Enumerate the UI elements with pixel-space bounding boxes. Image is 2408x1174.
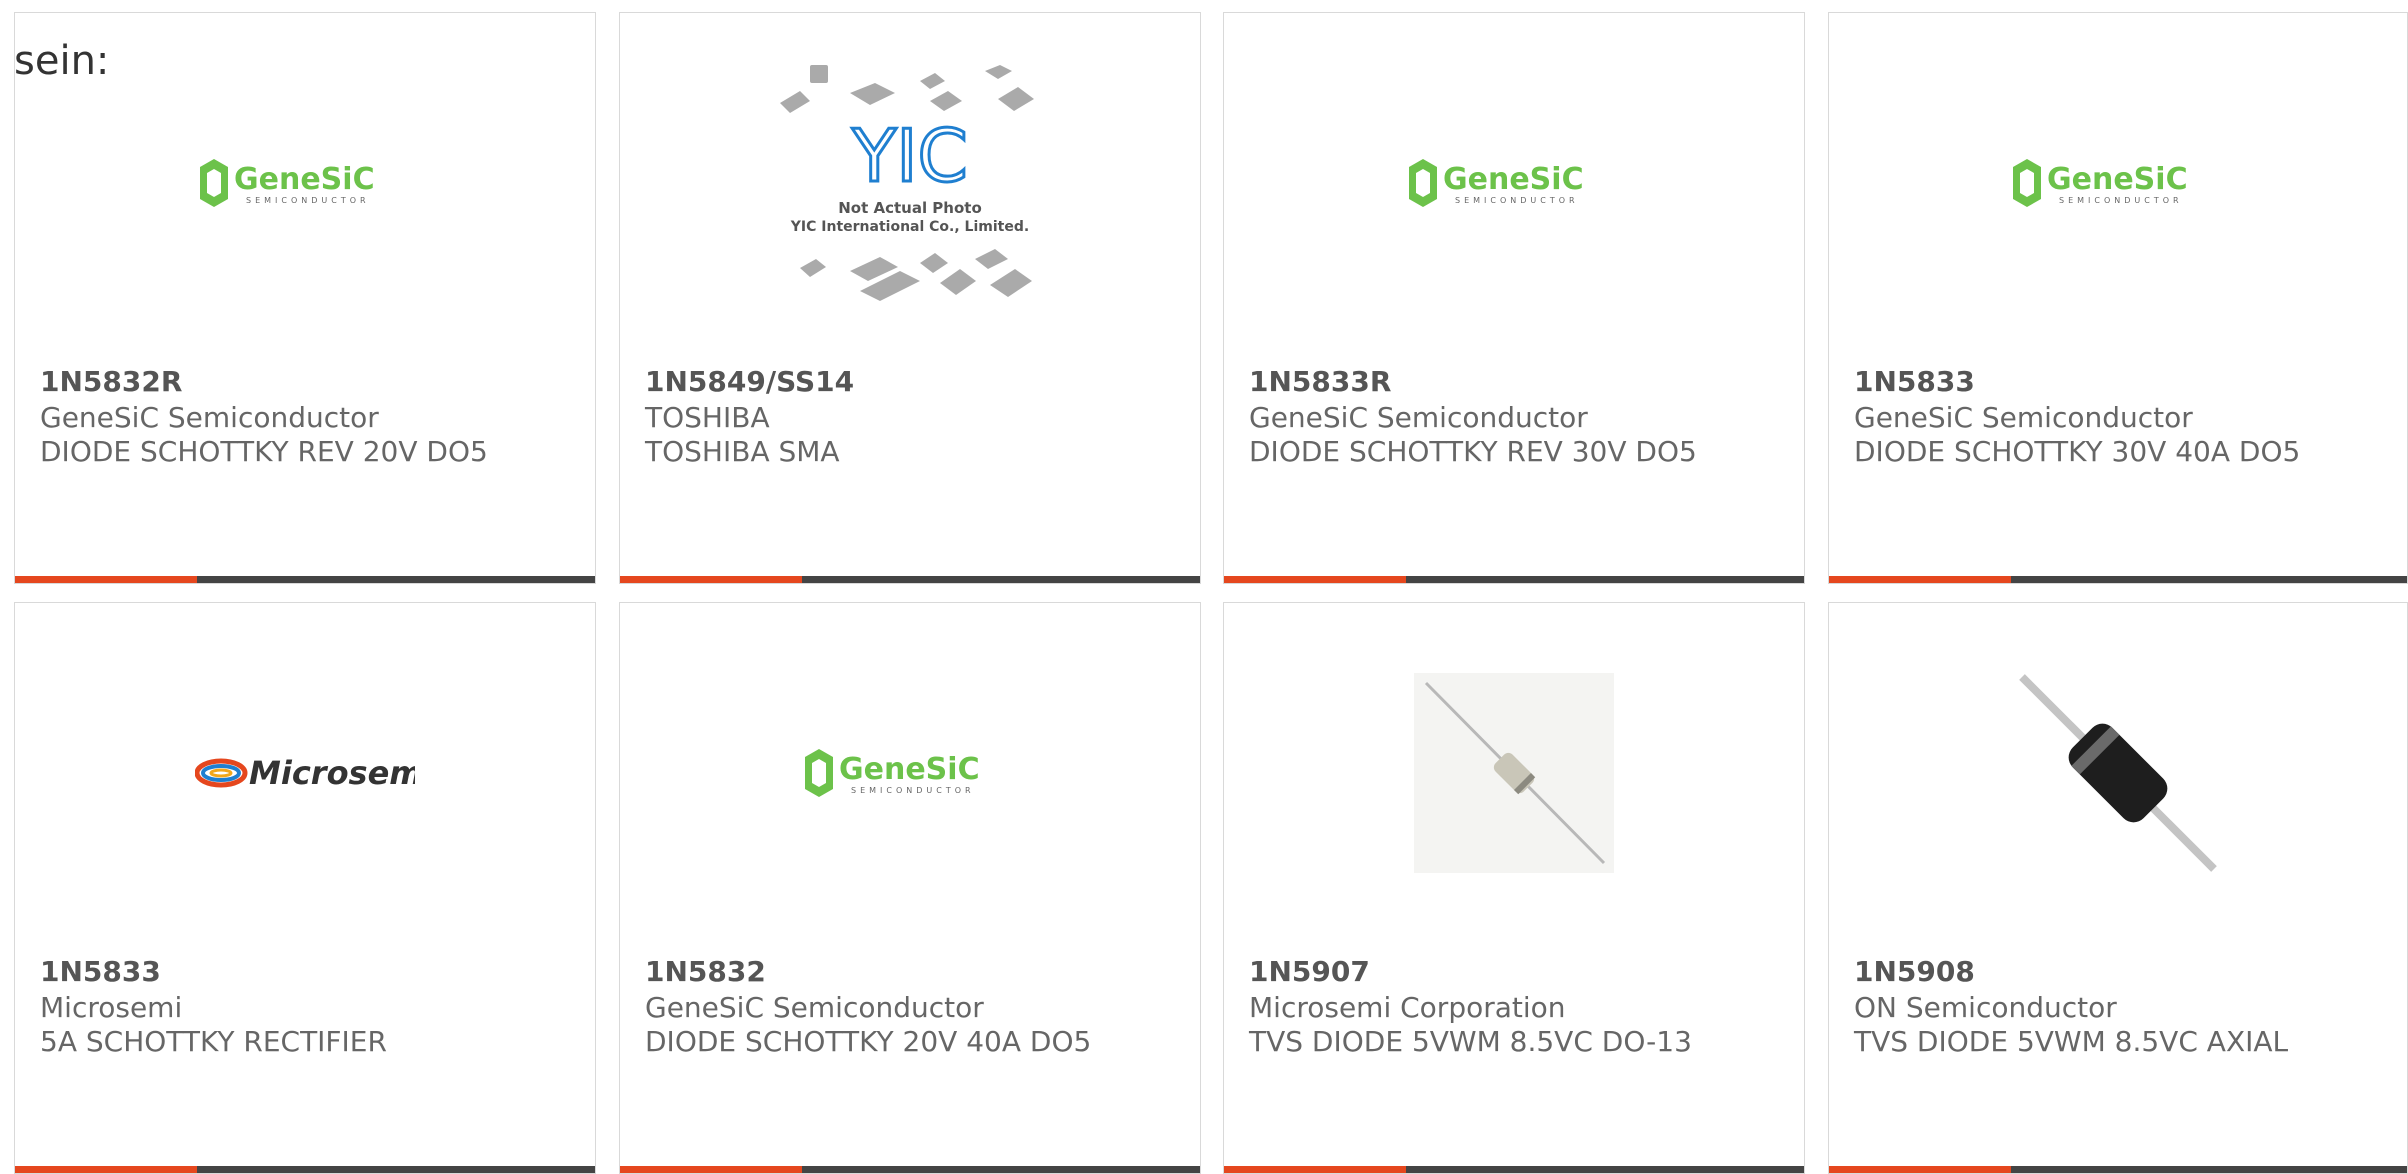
card-bottom-bar — [1829, 576, 2407, 583]
card-bottom-accent — [1224, 576, 1406, 583]
card-bottom-accent — [620, 1166, 802, 1173]
card-bottom-accent — [620, 576, 802, 583]
part-number[interactable]: 1N5832R — [40, 365, 182, 398]
product-card[interactable]: Microsemi 1N5833 Microsemi 5A SCHOTTKY R… — [14, 602, 596, 1174]
card-bottom-accent — [1224, 1166, 1406, 1173]
description: 5A SCHOTTKY RECTIFIER — [40, 1025, 387, 1058]
product-card[interactable]: GeneSiC SEMICONDUCTOR 1N5832 GeneSiC Sem… — [619, 602, 1201, 1174]
card-bottom-accent — [1829, 1166, 2011, 1173]
manufacturer: GeneSiC Semiconductor — [40, 401, 379, 434]
manufacturer: ON Semiconductor — [1854, 991, 2117, 1024]
yic-mark: YIC — [851, 114, 968, 198]
product-image[interactable]: GeneSiC SEMICONDUCTOR — [1224, 13, 1804, 353]
card-bottom-bar — [1829, 1166, 2407, 1173]
not-actual-photo-text: Not Actual Photo — [838, 199, 982, 217]
product-image[interactable] — [1829, 603, 2407, 943]
intro-text: sein: — [14, 38, 110, 84]
part-number[interactable]: 1N5908 — [1854, 955, 1975, 988]
description: DIODE SCHOTTKY 20V 40A DO5 — [645, 1025, 1092, 1058]
manufacturer: GeneSiC Semiconductor — [1854, 401, 2193, 434]
product-card[interactable]: YIC Not Actual Photo YIC International C… — [619, 12, 1201, 584]
yic-company-text: YIC International Co., Limited. — [790, 219, 1029, 235]
genesic-logo-icon: GeneSiC SEMICONDUCTOR — [805, 749, 980, 797]
product-image[interactable]: YIC Not Actual Photo YIC International C… — [620, 13, 1200, 353]
axial-diode-icon — [2018, 673, 2218, 873]
genesic-logo-icon: GeneSiC SEMICONDUCTOR — [1409, 159, 1584, 207]
product-card[interactable]: GeneSiC SEMICONDUCTOR 1N5833 GeneSiC Sem… — [1828, 12, 2408, 584]
card-bottom-bar — [1224, 576, 1804, 583]
part-number[interactable]: 1N5832 — [645, 955, 766, 988]
product-image[interactable]: GeneSiC SEMICONDUCTOR — [620, 603, 1200, 943]
part-number[interactable]: 1N5907 — [1249, 955, 1370, 988]
card-bottom-accent — [15, 576, 197, 583]
logo-subtext: SEMICONDUCTOR — [1455, 196, 1579, 205]
card-bottom-accent — [1829, 576, 2011, 583]
part-number[interactable]: 1N5833R — [1249, 365, 1391, 398]
logo-text: GeneSiC — [234, 162, 375, 197]
card-bottom-bar — [620, 1166, 1200, 1173]
not-actual-photo-icon: YIC Not Actual Photo YIC International C… — [780, 65, 1034, 301]
logo-text: GeneSiC — [839, 752, 980, 787]
product-card[interactable]: GeneSiC SEMICONDUCTOR 1N5832R GeneSiC Se… — [14, 12, 596, 584]
product-image[interactable]: GeneSiC SEMICONDUCTOR — [1829, 13, 2407, 353]
product-card[interactable]: 1N5908 ON Semiconductor TVS DIODE 5VWM 8… — [1828, 602, 2408, 1174]
description: TOSHIBA SMA — [645, 435, 840, 468]
description: DIODE SCHOTTKY 30V 40A DO5 — [1854, 435, 2301, 468]
microsemi-logo-icon: Microsemi — [195, 754, 415, 792]
description: TVS DIODE 5VWM 8.5VC DO-13 — [1249, 1025, 1692, 1058]
manufacturer: TOSHIBA — [645, 401, 770, 434]
description: TVS DIODE 5VWM 8.5VC AXIAL — [1854, 1025, 2289, 1058]
manufacturer: Microsemi Corporation — [1249, 991, 1566, 1024]
logo-text: GeneSiC — [2047, 162, 2188, 197]
manufacturer: Microsemi — [40, 991, 183, 1024]
card-bottom-bar — [620, 576, 1200, 583]
logo-subtext: SEMICONDUCTOR — [246, 196, 370, 205]
product-image[interactable]: Microsemi — [15, 603, 595, 943]
genesic-logo-icon: GeneSiC SEMICONDUCTOR — [2013, 159, 2188, 207]
product-image[interactable] — [1224, 603, 1804, 943]
description: DIODE SCHOTTKY REV 20V DO5 — [40, 435, 488, 468]
card-bottom-bar — [15, 576, 595, 583]
logo-subtext: SEMICONDUCTOR — [851, 786, 975, 795]
part-number[interactable]: 1N5833 — [40, 955, 161, 988]
axial-diode-icon — [1414, 673, 1614, 873]
part-number[interactable]: 1N5849/SS14 — [645, 365, 854, 398]
card-bottom-bar — [15, 1166, 595, 1173]
genesic-logo-icon: GeneSiC SEMICONDUCTOR — [200, 159, 375, 207]
part-number[interactable]: 1N5833 — [1854, 365, 1975, 398]
product-card[interactable]: GeneSiC SEMICONDUCTOR 1N5833R GeneSiC Se… — [1223, 12, 1805, 584]
logo-subtext: SEMICONDUCTOR — [2059, 196, 2183, 205]
card-bottom-accent — [15, 1166, 197, 1173]
logo-text: GeneSiC — [1443, 162, 1584, 197]
product-grid: GeneSiC SEMICONDUCTOR 1N5832R GeneSiC Se… — [0, 0, 2408, 1174]
logo-text: Microsemi — [249, 754, 415, 792]
manufacturer: GeneSiC Semiconductor — [645, 991, 984, 1024]
manufacturer: GeneSiC Semiconductor — [1249, 401, 1588, 434]
description: DIODE SCHOTTKY REV 30V DO5 — [1249, 435, 1697, 468]
product-card[interactable]: 1N5907 Microsemi Corporation TVS DIODE 5… — [1223, 602, 1805, 1174]
card-bottom-bar — [1224, 1166, 1804, 1173]
